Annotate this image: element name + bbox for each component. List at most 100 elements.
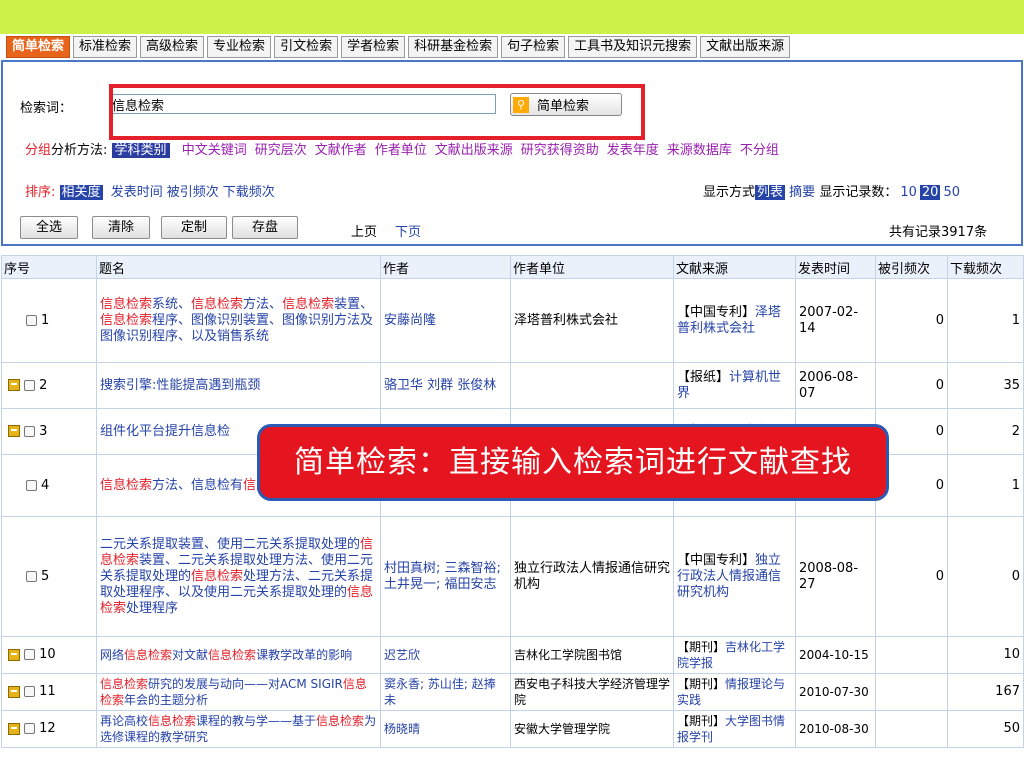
col-header-3[interactable]: 作者单位 (510, 255, 674, 279)
group-option-1[interactable]: 研究层次 (255, 143, 307, 158)
title-text[interactable]: 课教学改革的影响 (256, 648, 352, 662)
row-title-cell[interactable]: 搜索引擎:性能提高遇到瓶颈 (96, 362, 381, 409)
display-abstract[interactable]: 摘要 (789, 185, 815, 200)
row-checkbox[interactable] (26, 314, 37, 326)
sort-selected[interactable]: 相关度 (59, 185, 103, 200)
book-icon[interactable] (8, 685, 20, 698)
sort-option-2[interactable]: 下载频次 (223, 185, 275, 200)
title-text[interactable]: 处理程序 (126, 601, 178, 616)
prev-page-link[interactable]: 上页 (351, 221, 377, 240)
row-number: 4 (41, 477, 50, 493)
group-option-5[interactable]: 研究获得资助 (521, 143, 599, 158)
title-keyword[interactable]: 信息检索 (148, 714, 196, 728)
tab-1[interactable]: 标准检索 (73, 36, 138, 58)
title-keyword[interactable]: 信息检索 (316, 714, 364, 728)
sort-option-0[interactable]: 发表时间 (111, 185, 163, 200)
group-option-2[interactable]: 文献作者 (315, 143, 367, 158)
row-title-cell[interactable]: 二元关系提取装置、使用二元关系提取处理的信息检索装置、二元关系提取处理方法、使用… (96, 516, 381, 637)
tab-8[interactable]: 工具书及知识元搜索 (568, 36, 698, 58)
row-title-cell[interactable]: 网络信息检索对文献信息检索课教学改革的影响 (96, 636, 381, 674)
row-title-cell[interactable]: 信息检索系统、信息检索方法、信息检索装置、信息检索程序、图像识别装置、图像识别方… (96, 278, 381, 363)
title-text[interactable]: 网络 (100, 648, 124, 662)
row-org: 安徽大学管理学院 (510, 710, 674, 748)
customize-button[interactable]: 定制 (161, 216, 227, 239)
tab-0[interactable]: 简单检索 (6, 36, 71, 58)
tab-9[interactable]: 文献出版来源 (700, 36, 791, 58)
title-text[interactable]: 再论高校 (100, 714, 148, 728)
title-text[interactable]: 方法、 (243, 297, 282, 312)
title-text[interactable]: 二元关系提取装置、使用二元关系提取处理的 (100, 537, 360, 552)
count-option-50[interactable]: 50 (943, 185, 960, 200)
row-checkbox[interactable] (24, 723, 36, 734)
title-keyword[interactable]: 信息检索 (208, 648, 256, 662)
book-icon[interactable] (8, 379, 20, 391)
display-list[interactable]: 列表 (755, 185, 786, 200)
row-checkbox[interactable] (24, 379, 36, 391)
save-button[interactable]: 存盘 (232, 216, 298, 239)
col-header-1[interactable]: 题名 (96, 255, 381, 279)
group-selected[interactable]: 学科类别 (111, 143, 170, 158)
col-header-4[interactable]: 文献来源 (673, 255, 796, 279)
row-author[interactable]: 村田真树; 三森智裕; 土井晃一; 福田安志 (380, 516, 511, 637)
group-option-4[interactable]: 文献出版来源 (435, 143, 513, 158)
group-option-7[interactable]: 来源数据库 (667, 143, 732, 158)
group-option-3[interactable]: 作者单位 (375, 143, 427, 158)
title-text[interactable]: 装置、 (334, 297, 373, 312)
title-keyword[interactable]: 信息检索 (100, 478, 152, 493)
col-header-5[interactable]: 发表时间 (795, 255, 876, 279)
count-option-10[interactable]: 10 (900, 185, 917, 200)
row-author[interactable]: 骆卫华 刘群 张俊林 (380, 362, 511, 409)
title-keyword[interactable]: 信息检索 (100, 677, 148, 691)
display-mode-label: 显示方式 (703, 185, 756, 200)
row-author[interactable]: 迟艺欣 (380, 636, 511, 674)
title-keyword[interactable]: 信息检索 (191, 569, 243, 584)
col-header-2[interactable]: 作者 (380, 255, 511, 279)
col-header-7[interactable]: 下载频次 (947, 255, 1024, 279)
group-option-8[interactable]: 不分组 (740, 143, 779, 158)
title-text[interactable]: 组件化平台提升信息检 (100, 424, 230, 439)
row-checkbox[interactable] (26, 570, 37, 582)
clear-button[interactable]: 清除 (92, 216, 150, 239)
title-text[interactable]: 搜索引擎:性能提高遇到瓶颈 (100, 378, 260, 393)
row-author[interactable]: 窦永香; 苏山佳; 赵捧未 (380, 673, 511, 711)
row-author[interactable]: 安藤尚隆 (380, 278, 511, 363)
book-icon[interactable] (8, 648, 20, 661)
row-title-cell[interactable]: 信息检索研究的发展与动向——对ACM SIGIR信息检索年会的主题分析 (96, 673, 381, 711)
tab-7[interactable]: 句子检索 (501, 36, 566, 58)
title-text[interactable]: 对文献 (172, 648, 208, 662)
title-text[interactable]: 研究的发展与动向——对ACM SIGIR (148, 677, 343, 691)
title-text[interactable]: 年会的主题分析 (124, 693, 208, 707)
row-checkbox[interactable] (24, 686, 36, 697)
group-option-0[interactable]: 中文关键词 (182, 143, 247, 158)
tab-4[interactable]: 引文检索 (274, 36, 339, 58)
tab-2[interactable]: 高级检索 (140, 36, 205, 58)
title-text[interactable]: 系统、 (152, 297, 191, 312)
count-option-20[interactable]: 20 (919, 185, 941, 200)
group-option-6[interactable]: 发表年度 (607, 143, 659, 158)
title-text[interactable]: 课程的教与学——基于 (196, 714, 316, 728)
book-icon[interactable] (8, 722, 20, 735)
title-keyword[interactable]: 信息检索 (282, 297, 334, 312)
book-icon[interactable] (8, 425, 20, 437)
row-title-cell[interactable]: 再论高校信息检索课程的教与学——基于信息检索为选修课程的教学研究 (96, 710, 381, 748)
row-checkbox[interactable] (24, 649, 36, 660)
title-keyword[interactable]: 信息检索 (100, 313, 152, 328)
tab-5[interactable]: 学者检索 (341, 36, 406, 58)
col-header-0[interactable]: 序号 (1, 255, 97, 279)
title-text[interactable]: 方法、信息检有 (152, 478, 243, 493)
title-keyword[interactable]: 信息检索 (191, 297, 243, 312)
title-keyword[interactable]: 信息检索 (124, 648, 172, 662)
tab-3[interactable]: 专业检索 (207, 36, 272, 58)
row-downloads: 50 (947, 710, 1024, 748)
row-author[interactable]: 杨晓晴 (380, 710, 511, 748)
sort-option-1[interactable]: 被引频次 (167, 185, 219, 200)
row-checkbox[interactable] (24, 425, 36, 437)
tab-6[interactable]: 科研基金检索 (408, 36, 499, 58)
title-keyword[interactable]: 信息检索 (100, 297, 152, 312)
row-checkbox[interactable] (26, 479, 37, 491)
col-header-6[interactable]: 被引频次 (875, 255, 948, 279)
select-all-button[interactable]: 全选 (20, 216, 78, 239)
next-page-link[interactable]: 下页 (395, 221, 421, 240)
row-source-cell: 【中国专利】独立行政法人情报通信研究机构 (673, 516, 796, 637)
row-date: 2006-08-07 (795, 362, 876, 409)
